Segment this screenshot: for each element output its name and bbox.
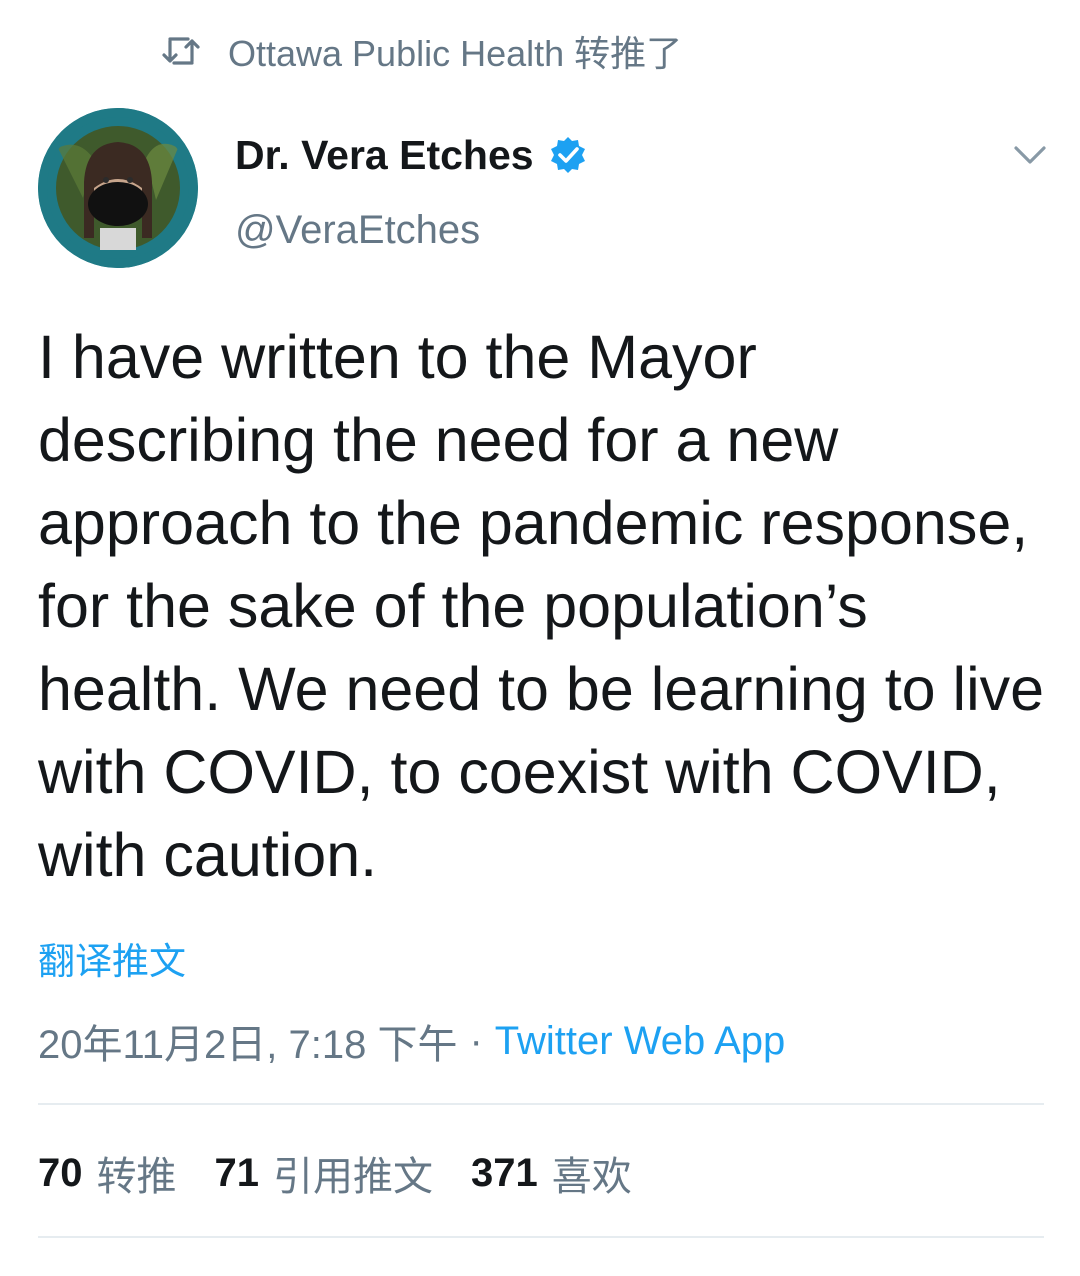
retweets-label: 转推 xyxy=(96,1155,177,1199)
chevron-down-icon[interactable] xyxy=(1012,140,1048,170)
metadata-separator: · xyxy=(469,1018,483,1063)
likes-label: 喜欢 xyxy=(551,1155,632,1199)
retweet-context-label: Ottawa Public Health 转推了 xyxy=(228,33,683,74)
retweet-context[interactable]: Ottawa Public Health 转推了 xyxy=(160,26,682,76)
retweets-count: 70 xyxy=(38,1150,83,1195)
quotes-count: 71 xyxy=(214,1150,260,1195)
tweet-stats: 70 转推 71 引用推文 371 喜欢 xyxy=(38,1145,670,1201)
avatar-image xyxy=(38,108,198,268)
display-name-text: Dr. Vera Etches xyxy=(235,131,534,178)
translate-tweet-link[interactable]: 翻译推文 xyxy=(38,932,186,984)
tweet-metadata: 20年11月2日, 7:18 下午 · Twitter Web App xyxy=(38,1013,785,1069)
author-display-name[interactable]: Dr. Vera Etches xyxy=(235,128,588,182)
retweet-icon xyxy=(162,37,200,65)
retweets-stat[interactable]: 70 转推 xyxy=(38,1144,177,1202)
verified-badge-icon xyxy=(550,137,585,173)
tweet-text: I have written to the Mayor describing t… xyxy=(38,323,1045,889)
avatar[interactable] xyxy=(38,108,198,268)
divider xyxy=(38,1236,1044,1238)
tweet-timestamp[interactable]: 20年11月2日, 7:18 下午 xyxy=(38,1012,457,1070)
quotes-stat[interactable]: 71 引用推文 xyxy=(215,1144,434,1202)
divider xyxy=(38,1103,1044,1105)
author-handle[interactable]: @VeraEtches xyxy=(235,204,480,256)
tweet-source-link[interactable]: Twitter Web App xyxy=(495,1019,786,1064)
likes-stat[interactable]: 371 喜欢 xyxy=(471,1144,632,1202)
quotes-label: 引用推文 xyxy=(273,1155,433,1199)
likes-count: 371 xyxy=(471,1150,538,1195)
